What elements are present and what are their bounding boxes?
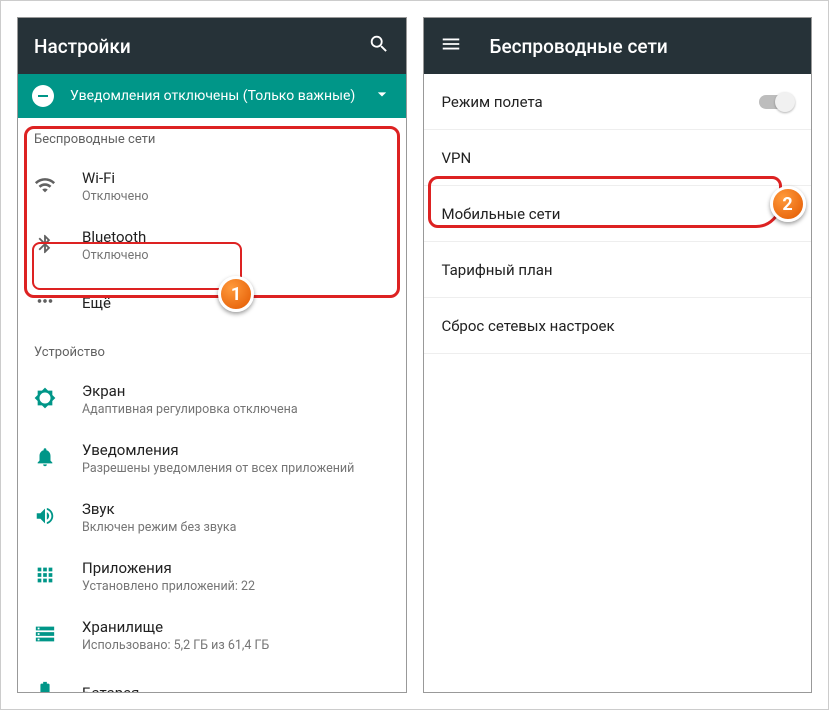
airplane-toggle[interactable] (759, 95, 793, 109)
display-row[interactable]: Экран Адаптивная регулировка отключена (18, 370, 406, 429)
battery-row[interactable]: Батарея (18, 665, 406, 692)
wifi-icon (34, 174, 82, 200)
mobile-title: Мобильные сети (442, 205, 794, 223)
wifi-sub: Отключено (82, 189, 390, 204)
section-wireless: Беспроводные сети (18, 118, 406, 157)
sound-icon (34, 505, 82, 531)
more-icon (34, 290, 82, 316)
minus-icon (32, 85, 54, 107)
appbar-title: Настройки (34, 35, 368, 58)
section-device: Устройство (18, 331, 406, 370)
sound-row[interactable]: Звук Включен режим без звука (18, 488, 406, 547)
vpn-row[interactable]: VPN (424, 130, 812, 186)
battery-icon (34, 680, 82, 692)
hamburger-icon[interactable] (440, 33, 462, 59)
search-icon[interactable] (368, 33, 390, 59)
bell-icon (34, 446, 82, 472)
wifi-row[interactable]: Wi-Fi Отключено (18, 157, 406, 216)
settings-list[interactable]: Беспроводные сети Wi-Fi Отключено Blueto… (18, 118, 406, 692)
appbar-wireless: Беспроводные сети (424, 18, 812, 74)
storage-title: Хранилище (82, 618, 390, 636)
chevron-down-icon (372, 84, 392, 108)
wireless-list[interactable]: Режим полета VPN Мобильные сети Тарифный… (424, 74, 812, 692)
apps-row[interactable]: Приложения Установлено приложений: 22 (18, 547, 406, 606)
notifications-banner[interactable]: Уведомления отключены (Только важные) (18, 74, 406, 118)
wifi-title: Wi-Fi (82, 169, 390, 187)
bluetooth-row[interactable]: Bluetooth Отключено (18, 216, 406, 275)
data-plan-row[interactable]: Тарифный план (424, 242, 812, 298)
banner-text: Уведомления отключены (Только важные) (70, 87, 372, 105)
notifications-sub: Разрешены уведомления от всех приложений (82, 461, 390, 476)
sound-title: Звук (82, 500, 390, 518)
airplane-row[interactable]: Режим полета (424, 74, 812, 130)
mobile-networks-row[interactable]: Мобильные сети (424, 186, 812, 242)
network-reset-row[interactable]: Сброс сетевых настроек (424, 298, 812, 354)
display-icon (34, 387, 82, 413)
storage-row[interactable]: Хранилище Использовано: 5,2 ГБ из 61,4 Г… (18, 606, 406, 665)
display-sub: Адаптивная регулировка отключена (82, 402, 390, 417)
display-title: Экран (82, 382, 390, 400)
appbar-title: Беспроводные сети (490, 35, 796, 58)
wireless-screen: Беспроводные сети Режим полета VPN Мобил… (423, 17, 813, 693)
airplane-title: Режим полета (442, 93, 760, 111)
appbar-settings: Настройки (18, 18, 406, 74)
vpn-title: VPN (442, 149, 794, 167)
plan-title: Тарифный план (442, 261, 794, 279)
battery-title: Батарея (82, 684, 390, 692)
bluetooth-sub: Отключено (82, 248, 390, 263)
notifications-title: Уведомления (82, 441, 390, 459)
storage-sub: Использовано: 5,2 ГБ из 61,4 ГБ (82, 638, 390, 653)
reset-title: Сброс сетевых настроек (442, 317, 794, 335)
apps-icon (34, 564, 82, 590)
apps-title: Приложения (82, 559, 390, 577)
step-badge-2: 2 (770, 186, 806, 222)
notifications-row[interactable]: Уведомления Разрешены уведомления от все… (18, 429, 406, 488)
settings-screen: Настройки Уведомления отключены (Только … (17, 17, 407, 693)
apps-sub: Установлено приложений: 22 (82, 579, 390, 594)
step-badge-1: 1 (218, 276, 254, 312)
bluetooth-title: Bluetooth (82, 228, 390, 246)
bluetooth-icon (34, 233, 82, 259)
storage-icon (34, 623, 82, 649)
sound-sub: Включен режим без звука (82, 520, 390, 535)
more-row[interactable]: Ещё (18, 275, 406, 331)
